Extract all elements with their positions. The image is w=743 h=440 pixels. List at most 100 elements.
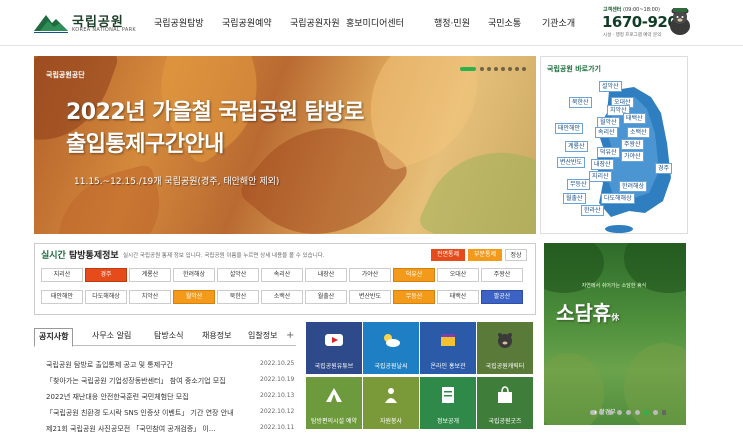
tab-visit-news[interactable]: 탐방소식 [154,330,183,341]
facility-reservation-tile[interactable]: 탐방편의시설 예약 [306,377,362,429]
nav-item-communication[interactable]: 국민소통 [488,16,521,29]
park-status-cell[interactable]: 무등산 [393,290,435,304]
legend-partial-control: 부분통제 [468,249,502,261]
site-logo[interactable]: 국립공원 KOREA NATIONAL PARK [34,9,144,37]
nav-item-visit[interactable]: 국립공원탐방 [154,16,204,29]
list-item[interactable]: 2022년 재난대응 안전한국훈련 국민체험단 모집 2022.10.13 [34,392,296,404]
park-status-cell[interactable]: 덕유산 [393,268,435,282]
realtime-control-panel: 실시간 탐방통제정보 실시간 국립공원 통제 정보 입니다. 국립공원 이름을 … [34,243,536,315]
hero-logo: 국립공원공단 [46,71,85,79]
map-park-songnisan[interactable]: 속리산 [595,127,618,138]
slide-indicator[interactable] [522,67,526,71]
park-status-cell[interactable]: 태안해안 [41,290,83,304]
map-park-taebaeksan[interactable]: 태백산 [623,113,646,124]
slide-indicator-active[interactable] [460,67,476,71]
park-status-cell[interactable]: 팔공산 [481,290,523,304]
park-status-cell[interactable]: 내장산 [305,268,347,282]
park-status-cell[interactable]: 계룡산 [129,268,171,282]
slide-indicator[interactable] [508,67,512,71]
youtube-tile[interactable]: 국립공원유튜브 [306,322,362,374]
map-park-dadohae[interactable]: 다도해해상 [601,193,635,204]
map-park-gyeongju[interactable]: 경주 [655,163,673,174]
park-status-cell[interactable]: 소백산 [261,290,303,304]
hero-title-line2: 출입통제구간안내 [66,132,224,157]
park-status-cell[interactable]: 월악산 [173,290,215,304]
slide-indicator[interactable] [494,67,498,71]
list-item[interactable]: 「찾아가는 국립공원 기업성장동반센터」 참여 중소기업 모집 2022.10.1… [34,376,296,388]
map-park-bukhansan[interactable]: 북한산 [569,97,592,108]
nav-item-admin[interactable]: 행정·민원 [434,16,470,29]
hero-banner[interactable]: 국립공원공단 2022년 가을철 국립공원 탐방로 출입통제구간안내 11.15… [34,56,536,234]
notice-tabs: 공지사항 사무소 알림 탐방소식 채용정보 입찰정보 + [34,328,296,347]
slide-indicator[interactable] [501,67,505,71]
nav-item-media[interactable]: 홍보미디어센터 [346,16,404,29]
map-park-jirisan[interactable]: 지리산 [589,171,612,182]
map-park-deogyusan[interactable]: 덕유산 [597,147,620,158]
info-disclosure-tile[interactable]: 정보공개 [420,377,476,429]
map-park-byeonsan[interactable]: 변산반도 [557,157,586,168]
park-status-cell[interactable]: 설악산 [217,268,259,282]
park-status-cell[interactable]: 오대산 [437,268,479,282]
map-park-juwangsan[interactable]: 주왕산 [621,139,644,150]
slide-indicator[interactable] [608,410,613,415]
map-park-seoraksan[interactable]: 설악산 [599,81,622,92]
realtime-title-a: 실시간 [41,251,66,261]
slide-indicator[interactable] [480,67,484,71]
park-status-cell[interactable]: 태백산 [437,290,479,304]
map-park-taean[interactable]: 태안해안 [555,123,584,134]
map-park-hallyeo[interactable]: 한려해상 [619,181,648,192]
map-park-mudeungsan[interactable]: 무등산 [567,179,590,190]
tab-notice[interactable]: 공지사항 [34,328,74,347]
slide-indicator[interactable] [617,410,622,415]
realtime-desc: 실시간 국립공원 통제 정보 입니다. 국립공원 이름을 누르면 상세 내용을 … [123,253,325,259]
slide-indicator[interactable] [653,410,658,415]
park-status-cell[interactable]: 한려해상 [173,268,215,282]
hero-subtitle: 11.15.~12.15./19개 국립공원(경주, 태안해안 제외) [74,177,280,187]
list-item[interactable]: 「국립공원 친환경 도시락 SNS 인증샷 이벤트」 기간 연장 안내 2022.… [34,408,296,420]
slide-indicator[interactable] [487,67,491,71]
logo-subtitle: KOREA NATIONAL PARK [72,27,136,33]
slide-indicator[interactable] [626,410,631,415]
park-status-cell[interactable]: 다도해해상 [85,290,127,304]
mountain-logo-icon [34,15,68,33]
side-banner[interactable]: 자연에서 쉬어가는 소담한 휴식 소담휴休 ◉ 환경부 [544,243,686,425]
list-item[interactable]: 제21회 국립공원 사진공모전 「국민참여 공개검증」 이... 2022.10.… [34,424,296,436]
map-park-naejangsan[interactable]: 내장산 [591,159,614,170]
nav-item-resources[interactable]: 국립공원자원 [290,16,340,29]
volunteer-tile[interactable]: 자원봉사 [363,377,419,429]
map-park-gyeryongsan[interactable]: 계룡산 [565,141,588,152]
park-status-cell[interactable]: 경주 [85,268,127,282]
tab-recruit[interactable]: 채용정보 [202,330,231,341]
hero-slider-controls [454,64,534,74]
park-status-cell[interactable]: 북한산 [217,290,259,304]
tab-office-alert[interactable]: 사무소 알림 [92,330,131,341]
slide-indicator[interactable] [599,410,604,415]
pause-icon[interactable] [662,410,666,415]
park-status-cell[interactable]: 치악산 [129,290,171,304]
list-item[interactable]: 국립공원 탐방로 출입통제 공고 및 통제구간 2022.10.25 [34,360,296,372]
document-icon [442,387,454,403]
park-status-cell[interactable]: 변산반도 [349,290,391,304]
goods-tile[interactable]: 국립공원굿즈 [477,377,533,429]
slide-indicator[interactable] [635,410,640,415]
park-status-cell[interactable]: 가야산 [349,268,391,282]
park-status-cell[interactable]: 월출산 [305,290,347,304]
park-status-cell[interactable]: 지리산 [41,268,83,282]
map-park-gayasan[interactable]: 가야산 [621,151,644,162]
slide-indicator-active[interactable] [644,410,649,415]
volunteer-icon [385,388,397,403]
more-plus-icon[interactable]: + [286,330,294,341]
park-status-cell[interactable]: 주왕산 [481,268,523,282]
slide-indicator[interactable] [590,410,595,415]
weather-tile[interactable]: 국립공원날씨 [363,322,419,374]
character-tile[interactable]: 국립공원캐릭터 [477,322,533,374]
online-promo-tile[interactable]: 온라인 홍보관 [420,322,476,374]
map-park-hallasan[interactable]: 한라산 [581,205,604,216]
map-park-sobaeksan[interactable]: 소백산 [627,127,650,138]
nav-item-about[interactable]: 기관소개 [542,16,575,29]
park-status-cell[interactable]: 속리산 [261,268,303,282]
map-park-wolchulsan[interactable]: 월출산 [563,193,586,204]
slide-indicator[interactable] [515,67,519,71]
tab-bid[interactable]: 입찰정보 [248,330,277,341]
nav-item-reservation[interactable]: 국립공원예약 [222,16,272,29]
